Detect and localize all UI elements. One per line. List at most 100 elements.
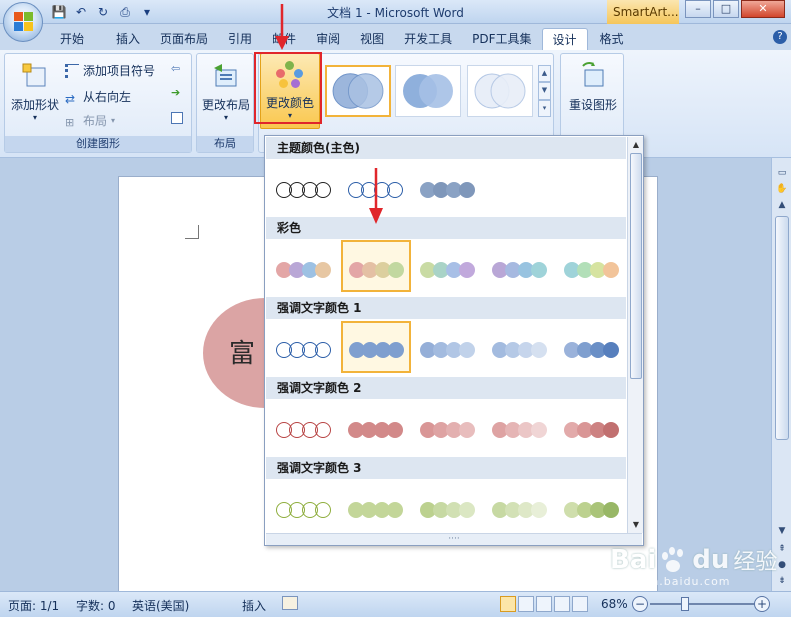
group-create-graphic: 添加形状 ▾ 添加项目符号 ⇄ 从右向左 ⊞ 布局 ▾ ⇦ ➔ 创建图形: [4, 53, 192, 153]
color-option-accent1-4[interactable]: [485, 324, 555, 376]
demote-icon[interactable]: ➔: [171, 86, 180, 99]
tab-developer[interactable]: 开发工具: [394, 28, 462, 50]
language-indicator[interactable]: 英语(美国): [132, 597, 189, 614]
scroll-up-icon[interactable]: ▲: [775, 198, 789, 212]
smartart-tools-label: SmartArt...: [607, 0, 679, 24]
vertical-scrollbar[interactable]: ▭ ✋ ▲ ▼ ⇞ ● ⇟: [771, 158, 791, 591]
word-count[interactable]: 字数: 0: [76, 597, 116, 614]
add-shape-button[interactable]: 添加形状 ▾: [7, 58, 63, 134]
zoom-level[interactable]: 68%: [601, 597, 628, 611]
styles-gallery-scroll[interactable]: ▲ ▼ ▾: [538, 65, 551, 117]
watermark-url: jingyan.baidu.com: [612, 575, 731, 588]
tab-references[interactable]: 引用: [218, 28, 262, 50]
tab-insert[interactable]: 插入: [106, 28, 150, 50]
hand-pan-icon[interactable]: ✋: [775, 182, 789, 196]
insert-mode-indicator[interactable]: 插入: [242, 597, 266, 614]
org-chart-icon: ⊞: [65, 116, 75, 129]
color-option-accent2-3[interactable]: [413, 404, 483, 456]
watermark-brand-b: du: [692, 545, 730, 575]
layout-button[interactable]: ⊞ 布局 ▾: [65, 112, 115, 130]
group-layouts: 更改布局 ▾ 布局: [196, 53, 254, 153]
color-option-accent1-3[interactable]: [413, 324, 483, 376]
tab-page-layout[interactable]: 页面布局: [150, 28, 218, 50]
color-option-accent3-1[interactable]: [269, 484, 339, 536]
maximize-button[interactable]: □: [713, 0, 739, 18]
outline-view-icon[interactable]: [554, 596, 570, 612]
color-option-colorful-4[interactable]: [485, 244, 555, 296]
bullet-list-icon: [65, 64, 79, 78]
close-button[interactable]: ✕: [741, 0, 785, 18]
gallery-up-icon[interactable]: ▲: [538, 65, 551, 83]
color-option-theme-1[interactable]: [269, 164, 339, 216]
color-option-theme-3[interactable]: [413, 164, 483, 216]
color-option-accent2-2[interactable]: [341, 404, 411, 456]
add-bullet-button[interactable]: 添加项目符号: [65, 62, 155, 80]
color-option-accent3-3[interactable]: [413, 484, 483, 536]
tab-home[interactable]: 开始: [50, 28, 106, 50]
zoom-slider-knob[interactable]: [681, 597, 689, 611]
tab-design[interactable]: 设计: [541, 28, 588, 50]
scrollbar-thumb[interactable]: [775, 216, 789, 440]
change-layout-button[interactable]: 更改布局 ▾: [198, 58, 254, 134]
ruler-toggle-icon[interactable]: ▭: [775, 166, 789, 180]
tab-format[interactable]: 格式: [590, 28, 634, 50]
baidu-paw-icon: [660, 546, 688, 574]
dropdown-scroll-up-icon[interactable]: ▲: [630, 139, 642, 151]
reading-view-icon[interactable]: [518, 596, 534, 612]
color-option-accent1-1[interactable]: [269, 324, 339, 376]
style-thumb-2[interactable]: [395, 65, 461, 117]
dropdown-scrollbar[interactable]: ▲ ▼: [627, 137, 643, 533]
section-header-colorful: 彩色: [266, 217, 626, 239]
zoom-slider[interactable]: [650, 603, 755, 605]
color-option-colorful-5[interactable]: [557, 244, 627, 296]
draft-view-icon[interactable]: [572, 596, 588, 612]
office-button[interactable]: [3, 2, 43, 42]
color-option-accent1-2[interactable]: [341, 321, 411, 373]
watermark-brand-c: 经验: [733, 550, 778, 575]
color-option-accent2-4[interactable]: [485, 404, 555, 456]
color-option-colorful-1[interactable]: [269, 244, 339, 296]
color-option-accent2-5[interactable]: [557, 404, 627, 456]
scroll-down-icon[interactable]: ▼: [775, 524, 789, 538]
tab-view[interactable]: 视图: [350, 28, 394, 50]
tab-pdf-tools[interactable]: PDF工具集: [462, 28, 541, 50]
title-bar: 💾 ↶ ↻ ⎙ ▾ 文档 1 - Microsoft Word SmartArt…: [0, 0, 791, 24]
smartart-shape-text[interactable]: 富: [229, 333, 255, 370]
reset-graphic-button[interactable]: 重设图形: [565, 58, 621, 134]
section-header-accent-2: 强调文字颜色 2: [266, 377, 626, 399]
color-option-accent2-1[interactable]: [269, 404, 339, 456]
web-layout-view-icon[interactable]: [536, 596, 552, 612]
gallery-down-icon[interactable]: ▼: [538, 82, 551, 100]
create-graphic-group-label: 创建图形: [5, 136, 191, 152]
tab-review[interactable]: 审阅: [306, 28, 350, 50]
zoom-out-icon[interactable]: −: [632, 596, 648, 612]
swap-arrows-icon: ⇄: [65, 92, 76, 106]
page-indicator[interactable]: 页面: 1/1: [8, 597, 59, 614]
section-header-theme: 主题颜色(主色): [266, 137, 626, 159]
promote-icon[interactable]: ⇦: [171, 62, 180, 75]
style-thumb-3[interactable]: [467, 65, 533, 117]
color-option-accent3-4[interactable]: [485, 484, 555, 536]
color-option-accent3-2[interactable]: [341, 484, 411, 536]
change-colors-dropdown: 主题颜色(主色) 彩色 强调文字颜色 1 强调文字颜色 2 强调文字颜色 3 ▲…: [264, 135, 644, 546]
color-option-accent1-5[interactable]: [557, 324, 627, 376]
layouts-group-label: 布局: [197, 136, 253, 152]
dropdown-scroll-down-icon[interactable]: ▼: [630, 519, 642, 531]
right-to-left-button[interactable]: ⇄ 从右向左: [65, 88, 131, 106]
help-icon[interactable]: ?: [773, 30, 787, 44]
text-pane-icon[interactable]: [171, 112, 183, 124]
margin-corner-mark: [185, 225, 199, 239]
dropdown-resize-grip[interactable]: ····: [266, 533, 642, 545]
macro-record-icon[interactable]: [282, 596, 298, 610]
zoom-in-icon[interactable]: +: [754, 596, 770, 612]
color-option-colorful-2[interactable]: [341, 240, 411, 292]
gallery-more-icon[interactable]: ▾: [538, 99, 551, 117]
dropdown-scroll-thumb[interactable]: [630, 153, 642, 379]
color-option-accent3-5[interactable]: [557, 484, 627, 536]
minimize-button[interactable]: –: [685, 0, 711, 18]
style-thumb-1[interactable]: [325, 65, 391, 117]
color-option-colorful-3[interactable]: [413, 244, 483, 296]
print-layout-view-icon[interactable]: [500, 596, 516, 612]
add-shape-label: 添加形状: [10, 98, 59, 112]
reset-graphic-icon: [582, 62, 604, 87]
